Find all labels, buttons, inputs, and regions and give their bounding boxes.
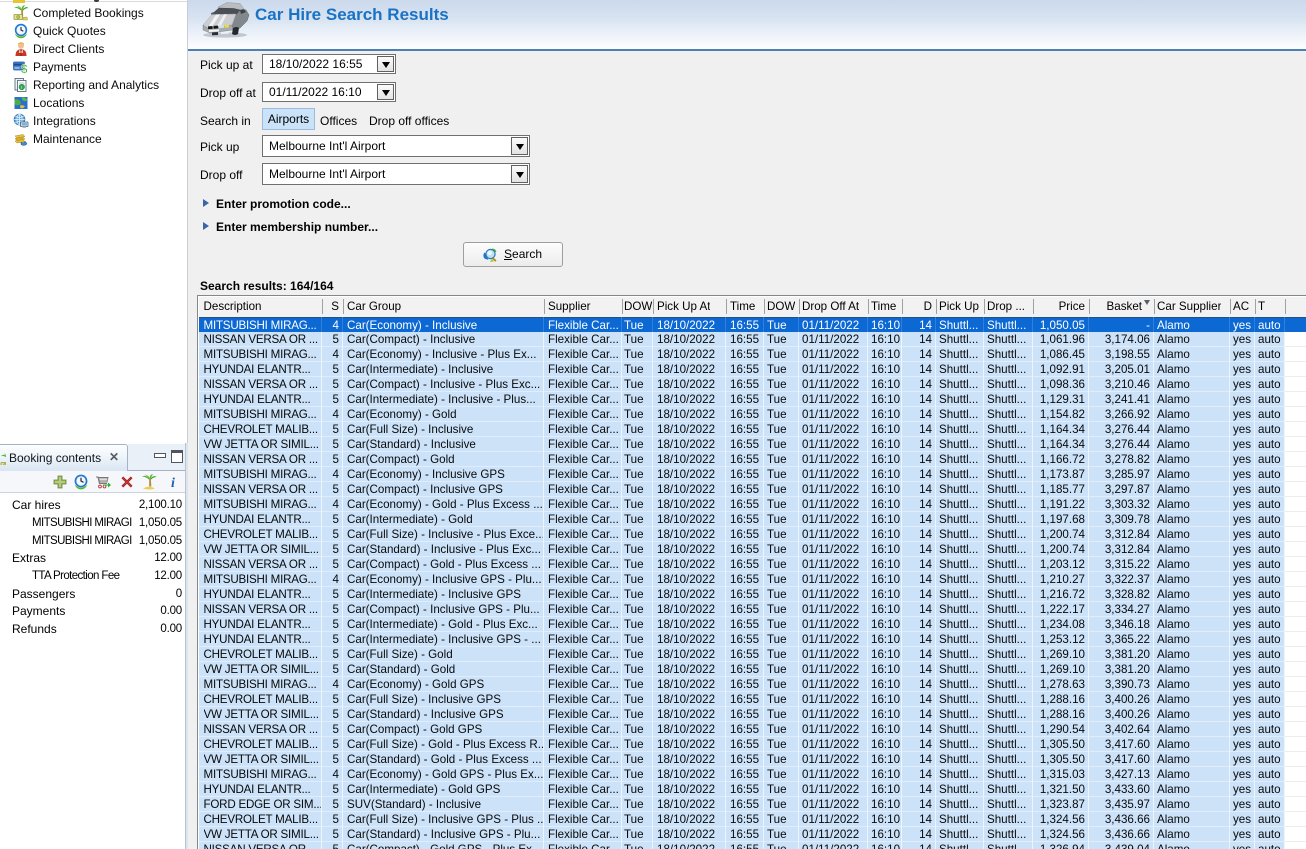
svg-text:i: i	[171, 476, 175, 490]
svg-text:!: !	[21, 85, 22, 90]
svg-text:$: $	[21, 62, 28, 75]
